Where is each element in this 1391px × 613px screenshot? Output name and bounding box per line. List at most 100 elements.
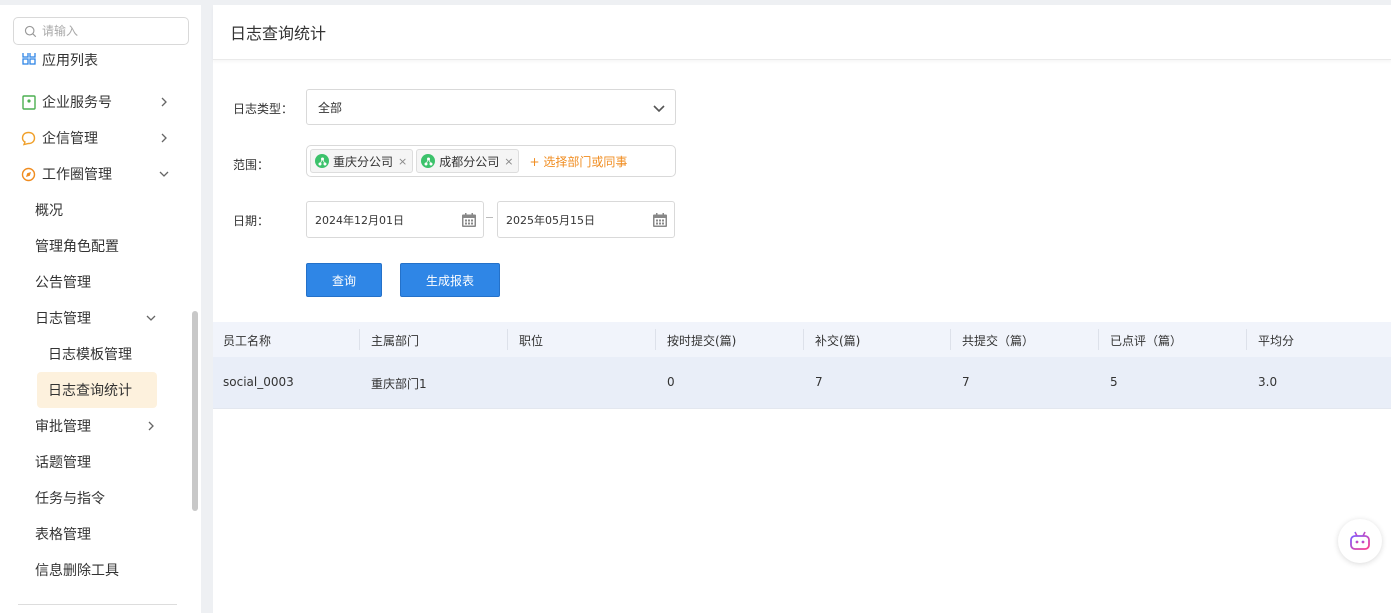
search-input[interactable] bbox=[42, 24, 182, 38]
app-list-icon bbox=[21, 53, 36, 65]
sidebar-item-label: 任务与指令 bbox=[35, 491, 105, 507]
date-label: 日期： bbox=[233, 214, 270, 228]
sidebar-search[interactable] bbox=[13, 17, 189, 45]
sidebar-item-label: 工作圈管理 bbox=[42, 167, 112, 183]
sidebar-item-log-management[interactable]: 日志管理 bbox=[0, 300, 190, 336]
sidebar-item-label: 表格管理 bbox=[35, 527, 91, 543]
column-divider bbox=[655, 329, 656, 350]
column-header: 已点评（篇） bbox=[1110, 334, 1183, 348]
column-divider bbox=[1246, 329, 1247, 350]
chat-bubble-icon bbox=[21, 131, 36, 146]
log-type-label: 日志类型： bbox=[233, 102, 294, 116]
sidebar-item-log-templates[interactable]: 日志模板管理 bbox=[0, 336, 190, 372]
table-header: 员工名称 主属部门 职位 按时提交(篇) 补交(篇) 共提交（篇） 已点评（篇）… bbox=[213, 322, 1391, 357]
sidebar-item-label: 审批管理 bbox=[35, 419, 91, 435]
sidebar-item-work-circle[interactable]: 工作圈管理 bbox=[0, 156, 190, 192]
sidebar-divider bbox=[18, 604, 177, 605]
column-divider bbox=[950, 329, 951, 350]
end-date-input[interactable]: 2025年05月15日 bbox=[497, 201, 675, 238]
sidebar-scrollbar[interactable] bbox=[192, 311, 198, 511]
sidebar-item-overview[interactable]: 概况 bbox=[0, 192, 190, 228]
scope-tag-label: 成都分公司 bbox=[439, 154, 500, 169]
scope-tag: 成都分公司 × bbox=[416, 149, 520, 173]
column-divider bbox=[1098, 329, 1099, 350]
chevron-right-icon bbox=[148, 421, 154, 431]
sidebar-item-label: 管理角色配置 bbox=[35, 239, 119, 255]
robot-icon bbox=[1350, 531, 1370, 550]
chevron-right-icon bbox=[161, 97, 167, 107]
scope-label: 范围： bbox=[233, 158, 270, 172]
sidebar-item-label: 日志模板管理 bbox=[48, 347, 132, 363]
column-header: 职位 bbox=[519, 334, 544, 348]
scope-selector[interactable]: 重庆分公司 × 成都分公司 × + 选择部门或同事 bbox=[306, 145, 676, 177]
sidebar-item-forms[interactable]: 表格管理 bbox=[0, 516, 190, 552]
table-cell: social_0003 bbox=[223, 375, 294, 389]
org-icon bbox=[421, 154, 436, 168]
sidebar-item-approvals[interactable]: 审批管理 bbox=[0, 408, 190, 444]
page-header: 日志查询统计 bbox=[213, 5, 1391, 60]
table-cell: 0 bbox=[667, 375, 675, 389]
remove-tag-icon[interactable]: × bbox=[398, 155, 407, 168]
chevron-down-icon bbox=[653, 105, 665, 113]
calendar-icon[interactable] bbox=[461, 212, 477, 228]
column-divider bbox=[359, 329, 360, 350]
log-type-select[interactable]: 全部 bbox=[306, 89, 676, 125]
table-cell: 5 bbox=[1110, 375, 1118, 389]
sidebar-item-label: 话题管理 bbox=[35, 455, 91, 471]
table-body: social_0003 重庆部门1 0 7 7 5 3.0 bbox=[213, 357, 1391, 408]
table-cell: 7 bbox=[815, 375, 823, 389]
column-divider bbox=[803, 329, 804, 350]
sidebar-item-app-list[interactable]: 应用列表 bbox=[0, 53, 190, 67]
sidebar-item-label: 概况 bbox=[35, 203, 63, 219]
compass-icon bbox=[21, 167, 36, 182]
sidebar: 应用列表 企业服务号 企信管理 工作圈管理 概况 管 bbox=[0, 5, 201, 613]
sidebar-item-label: 应用列表 bbox=[42, 53, 98, 67]
row-divider bbox=[213, 408, 1391, 409]
sidebar-item-label: 日志查询统计 bbox=[48, 383, 132, 399]
statistics-table: 员工名称 主属部门 职位 按时提交(篇) 补交(篇) 共提交（篇） 已点评（篇）… bbox=[213, 322, 1391, 409]
generate-report-button[interactable]: 生成报表 bbox=[400, 263, 500, 297]
sidebar-item-label: 企信管理 bbox=[42, 131, 98, 147]
sidebar-item-label: 信息删除工具 bbox=[35, 563, 119, 579]
table-cell: 7 bbox=[962, 375, 970, 389]
start-date-value: 2024年12月01日 bbox=[315, 213, 404, 227]
table-row[interactable]: social_0003 重庆部门1 0 7 7 5 3.0 bbox=[213, 357, 1391, 408]
sidebar-item-delete-tool[interactable]: 信息删除工具 bbox=[0, 552, 190, 588]
main-panel: 日志查询统计 日志类型： 全部 范围： 重庆分公司 × 成都分公司 × + 选择… bbox=[213, 5, 1391, 613]
page-title: 日志查询统计 bbox=[230, 24, 327, 43]
sidebar-item-log-statistics[interactable]: 日志查询统计 bbox=[0, 372, 190, 408]
log-type-value: 全部 bbox=[318, 100, 343, 115]
add-scope-link[interactable]: + 选择部门或同事 bbox=[529, 153, 627, 170]
sidebar-item-role-config[interactable]: 管理角色配置 bbox=[0, 228, 190, 264]
sidebar-item-tasks[interactable]: 任务与指令 bbox=[0, 480, 190, 516]
column-header: 平均分 bbox=[1258, 334, 1295, 348]
sidebar-item-service-account[interactable]: 企业服务号 bbox=[0, 84, 190, 120]
assistant-button[interactable] bbox=[1338, 519, 1382, 563]
org-icon bbox=[315, 154, 329, 168]
column-header: 主属部门 bbox=[371, 334, 420, 348]
sidebar-item-label: 日志管理 bbox=[35, 311, 91, 327]
calendar-icon[interactable] bbox=[652, 212, 668, 228]
end-date-value: 2025年05月15日 bbox=[506, 213, 595, 227]
chevron-right-icon bbox=[161, 133, 167, 143]
sidebar-item-messaging[interactable]: 企信管理 bbox=[0, 120, 190, 156]
column-header: 员工名称 bbox=[223, 334, 272, 348]
chevron-down-icon bbox=[146, 315, 156, 321]
service-account-icon bbox=[21, 94, 36, 110]
date-range-separator bbox=[486, 217, 493, 218]
chevron-down-icon bbox=[159, 171, 169, 177]
sidebar-item-announcements[interactable]: 公告管理 bbox=[0, 264, 190, 300]
table-cell: 3.0 bbox=[1258, 375, 1278, 389]
sidebar-item-topics[interactable]: 话题管理 bbox=[0, 444, 190, 480]
sidebar-item-label: 企业服务号 bbox=[42, 95, 112, 111]
remove-tag-icon[interactable]: × bbox=[504, 155, 513, 168]
table-cell: 重庆部门1 bbox=[371, 377, 427, 391]
query-button[interactable]: 查询 bbox=[306, 263, 382, 297]
start-date-input[interactable]: 2024年12月01日 bbox=[306, 201, 484, 238]
sidebar-item-label: 公告管理 bbox=[35, 275, 91, 291]
column-header: 补交(篇) bbox=[815, 334, 861, 348]
column-header: 按时提交(篇) bbox=[667, 334, 737, 348]
search-icon bbox=[24, 25, 37, 37]
column-header: 共提交（篇） bbox=[962, 334, 1035, 348]
column-divider bbox=[507, 329, 508, 350]
